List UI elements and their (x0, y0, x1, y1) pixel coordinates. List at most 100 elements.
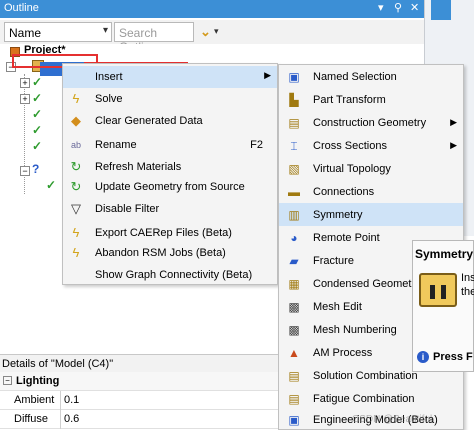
menu-item-abandon-rsm[interactable]: ϟ Abandon RSM Jobs (Beta) (63, 242, 277, 264)
named-selection-icon: ▣ (288, 70, 300, 84)
chevron-down-icon: ▾ (102, 25, 108, 36)
filter-dropdown-icon[interactable]: ▾ (214, 26, 219, 37)
mesh-edit-icon: ▩ (288, 300, 300, 314)
search-outline-input[interactable]: Search Outline (114, 22, 194, 54)
menu-item-label: Abandon RSM Jobs (Beta) (95, 247, 226, 259)
submenu-item-virtual-topology[interactable]: ▧ Virtual Topology (279, 157, 463, 180)
info-icon: i (417, 351, 429, 363)
outline-toolbar: Name ▾ Search Outline ⌄ ▾ (0, 20, 424, 54)
fatigue-combination-icon: ▤ (288, 392, 300, 406)
submenu-item-label: Part Transform (313, 94, 386, 106)
details-group-lighting[interactable]: − Lighting (0, 372, 278, 391)
submenu-arrow-icon: ▶ (264, 70, 271, 80)
name-filter-value: Name (9, 26, 42, 40)
mesh-numbering-icon: ▩ (288, 323, 300, 337)
insert-icon (69, 70, 83, 84)
panel-menu-icon[interactable]: ▾ (378, 1, 384, 14)
menu-item-label: Show Graph Connectivity (Beta) (95, 269, 253, 281)
submenu-item-label: Mesh Numbering (313, 324, 397, 336)
submenu-item-label: Virtual Topology (313, 163, 391, 175)
submenu-item-symmetry[interactable]: ▥ Symmetry (279, 203, 463, 226)
details-grid: − Lighting Ambient 0.1 Diffuse 0.6 (0, 372, 278, 430)
menu-item-label: Clear Generated Data (95, 115, 203, 127)
menu-item-clear-generated-data[interactable]: ◆ Clear Generated Data (63, 110, 277, 132)
engineering-model-icon: ▣ (288, 413, 300, 427)
details-value[interactable]: 0.1 (64, 394, 79, 406)
tooltip-title: Symmetry (415, 247, 474, 261)
submenu-item-label: Mesh Edit (313, 301, 362, 313)
submenu-item-named-selection[interactable]: ▣ Named Selection (279, 65, 463, 88)
geometry-tab[interactable] (431, 0, 451, 20)
symmetry-icon-bar (430, 285, 435, 299)
submenu-item-part-transform[interactable]: ▙ Part Transform (279, 88, 463, 111)
close-icon[interactable]: ✕ (410, 1, 419, 14)
pin-icon[interactable]: ⚲ (394, 1, 402, 14)
submenu-item-label: Solution Combination (313, 370, 418, 382)
menu-item-label: Update Geometry from Source (95, 181, 245, 193)
menu-item-label: Disable Filter (95, 203, 160, 215)
solution-combination-icon: ▤ (288, 369, 300, 383)
submenu-item-cross-sections[interactable]: ⌶ Cross Sections ▶ (279, 134, 463, 157)
menu-item-refresh-materials[interactable]: ↻ Refresh Materials (63, 156, 277, 178)
menu-item-disable-filter[interactable]: ▽ Disable Filter (63, 198, 277, 220)
submenu-item-fatigue-combination[interactable]: ▤ Fatigue Combination (279, 387, 463, 410)
context-menu: Insert ▶ ϟ Solve ◆ Clear Generated Data … (62, 63, 278, 285)
details-key: Diffuse (14, 413, 49, 425)
symmetry-icon-bar (441, 285, 446, 299)
details-row[interactable]: Ambient 0.1 (0, 391, 278, 410)
expand-toggle-icon[interactable]: + (20, 94, 30, 104)
submenu-item-label: Named Selection (313, 71, 397, 83)
collapse-toggle-icon[interactable]: − (20, 166, 30, 176)
submenu-item-construction-geometry[interactable]: ▤ Construction Geometry ▶ (279, 111, 463, 134)
question-icon: ? (32, 162, 40, 176)
column-divider (60, 410, 61, 429)
remote-point-icon: ◕ (290, 231, 298, 245)
check-icon: ✓ (32, 139, 43, 153)
construction-geometry-icon: ▤ (288, 116, 300, 130)
details-value[interactable]: 0.6 (64, 413, 79, 425)
menu-item-label: Export CAERep Files (Beta) (95, 227, 232, 239)
cross-sections-icon: ⌶ (290, 139, 298, 153)
watermark: CSDN @Beautiful (352, 414, 433, 425)
refresh-icon: ↻ (70, 179, 82, 194)
check-icon: ✓ (32, 107, 43, 121)
collapse-toggle-icon[interactable]: − (3, 376, 12, 385)
name-filter-dropdown[interactable]: Name ▾ (4, 22, 112, 42)
menu-item-show-graph[interactable]: Show Graph Connectivity (Beta) (63, 264, 277, 286)
details-group-label: Lighting (16, 375, 60, 387)
details-row[interactable]: Diffuse 0.6 (0, 410, 278, 429)
am-process-icon: ▲ (288, 346, 300, 360)
submenu-item-label: Cross Sections (313, 140, 387, 152)
tooltip-text-line: the (461, 286, 474, 298)
submenu-arrow-icon: ▶ (450, 117, 457, 127)
menu-item-label: Rename (95, 139, 137, 151)
menu-item-rename[interactable]: ab Rename F2 (63, 134, 277, 156)
submenu-item-connections[interactable]: ▬ Connections (279, 180, 463, 203)
menu-item-solve[interactable]: ϟ Solve (63, 88, 277, 110)
column-divider (60, 391, 61, 410)
fracture-icon: ▰ (289, 254, 299, 268)
lightning-icon: ϟ (72, 225, 80, 240)
part-transform-icon: ▙ (289, 93, 299, 107)
symmetry-tooltip: Symmetry Ins the i Press F (412, 240, 474, 372)
submenu-item-label: Construction Geometry (313, 117, 427, 129)
expand-toggle-icon[interactable]: + (20, 78, 30, 88)
menu-item-update-geometry[interactable]: ↻ Update Geometry from Source (63, 176, 277, 198)
tooltip-text-line: Ins (461, 272, 474, 284)
check-icon: ✓ (32, 91, 43, 105)
eraser-icon: ◆ (71, 113, 81, 128)
lightning-icon: ϟ (72, 91, 80, 106)
submenu-item-label: AM Process (313, 347, 373, 359)
menu-item-insert[interactable]: Insert ▶ (63, 66, 277, 88)
refresh-icon: ↻ (70, 159, 82, 174)
tooltip-footer-text: Press F (433, 351, 473, 363)
submenu-item-label: Connections (313, 186, 375, 198)
menu-item-export-caerep[interactable]: ϟ Export CAERep Files (Beta) (63, 222, 277, 244)
connections-icon: ▬ (288, 185, 300, 199)
rename-icon: ab (70, 140, 81, 150)
tree-connector (24, 74, 25, 194)
submenu-item-label: Fracture (313, 255, 354, 267)
submenu-item-label: Fatigue Combination (313, 393, 415, 405)
submenu-item-label: Condensed Geomet (313, 278, 412, 290)
filter-chevron-icon[interactable]: ⌄ (200, 24, 211, 40)
